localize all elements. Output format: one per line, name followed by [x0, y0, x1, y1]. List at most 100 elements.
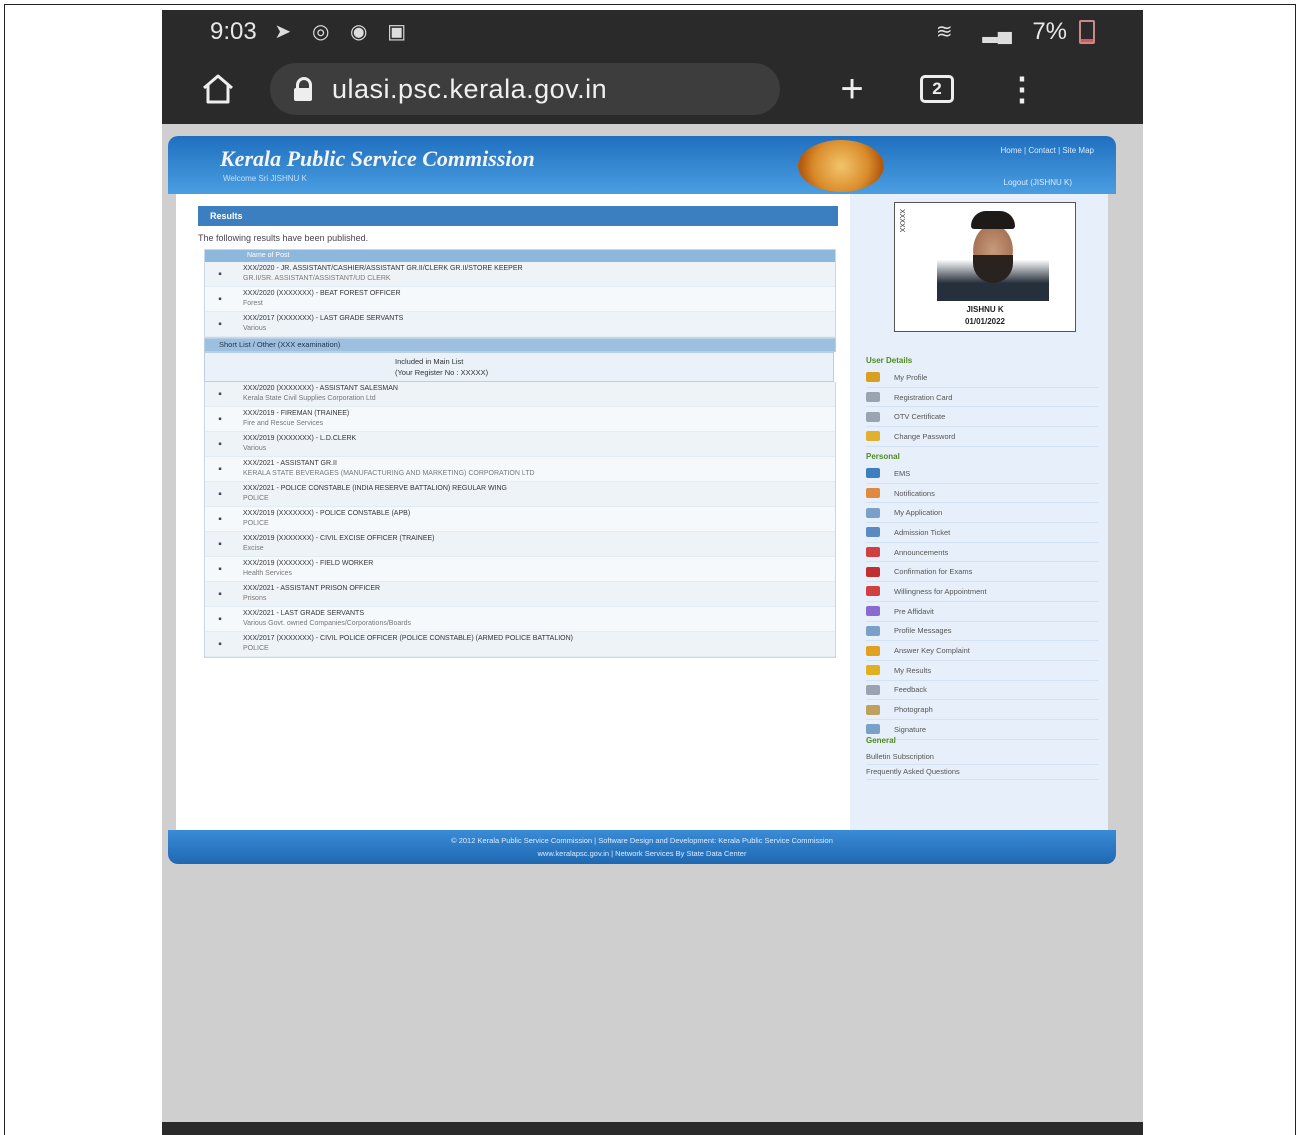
row-text: XXX/2017 (XXXXXXX) - LAST GRADE SERVANTS…	[235, 314, 835, 334]
post-title: XXX/2020 (XXXXXXX) - ASSISTANT SALESMAN	[243, 385, 398, 392]
address-bar[interactable]: ulasi.psc.kerala.gov.in	[270, 63, 780, 115]
url-text: ulasi.psc.kerala.gov.in	[332, 73, 608, 104]
site-title: Kerala Public Service Commission	[220, 146, 535, 171]
sidebar-item-label: Registration Card	[894, 392, 953, 402]
certificate-icon	[866, 411, 880, 422]
content-area: Results The following results have been …	[176, 194, 1108, 830]
profile-photo: XXXXX JISHNU K 01/01/2022	[894, 202, 1076, 332]
sidebar-item[interactable]: Feedback	[866, 681, 1098, 701]
shirt-shape	[937, 283, 1049, 301]
post-title: XXX/2017 (XXXXXXX) - LAST GRADE SERVANTS	[243, 315, 404, 322]
user-details-list: My Profile Registration Card OTV Certifica…	[866, 368, 1098, 447]
row-bullet-icon: ▪	[218, 439, 222, 450]
sidebar-item-label: OTV Certificate	[894, 412, 946, 422]
post-title: XXX/2019 (XXXXXXX) - CIVIL EXCISE OFFICE…	[243, 535, 435, 542]
sidebar-item[interactable]: My Results	[866, 661, 1098, 681]
pen-icon	[866, 586, 880, 597]
sidebar-item[interactable]: Confirmation for Exams	[866, 562, 1098, 583]
sidebar-item[interactable]: Photograph	[866, 700, 1098, 720]
sidebar-item[interactable]: My Profile	[866, 368, 1098, 388]
sidebar-item[interactable]: Registration Card	[866, 388, 1098, 408]
sidebar-item[interactable]: My Application	[866, 503, 1098, 524]
row-text: XXX/2019 (XXXXXXX) - POLICE CONSTABLE (A…	[235, 509, 835, 529]
sidebar-item-label: Announcements	[894, 547, 949, 557]
table-row[interactable]: ▪ XXX/2019 (XXXXXXX) - L.D.CLERK Various	[205, 432, 835, 457]
profile-name: JISHNU K	[966, 305, 1004, 314]
site-footer: © 2012 Kerala Public Service Commission …	[168, 830, 1116, 864]
table-row[interactable]: ▪ XXX/2019 - FIREMAN (TRAINEE) Fire and Re…	[205, 407, 835, 432]
results-heading: Results	[198, 206, 838, 226]
table-row[interactable]: ▪ XXX/2021 - LAST GRADE SERVANTS Various G…	[205, 607, 835, 632]
table-row[interactable]: ▪ XXX/2019 (XXXXXXX) - POLICE CONSTABLE (…	[205, 507, 835, 532]
card-icon	[866, 392, 880, 403]
new-tab-icon[interactable]: +	[830, 67, 874, 112]
logout-link[interactable]: Logout (JISHNU K)	[1004, 178, 1072, 187]
row-bullet-icon: ▪	[218, 564, 222, 575]
table-row[interactable]: ▪ XXX/2020 (XXXXXXX) - ASSISTANT SALESMAN…	[205, 382, 835, 407]
overflow-menu-icon[interactable]: ⋮	[1006, 70, 1038, 108]
sidebar-item-label: Feedback	[894, 685, 927, 695]
row-bullet-icon: ▪	[218, 319, 222, 330]
bell-icon	[866, 488, 880, 499]
sidebar-item[interactable]: Bulletin Subscription	[866, 750, 1098, 765]
table-row[interactable]: ▪ XXX/2019 (XXXXXXX) - CIVIL EXCISE OFFIC…	[205, 532, 835, 557]
sidebar-item[interactable]: Announcements	[866, 543, 1098, 563]
web-page: Kerala Public Service Commission Welcome…	[168, 136, 1116, 866]
post-title: XXX/2017 (XXXXXXX) - CIVIL POLICE OFFICE…	[243, 635, 573, 642]
post-title: XXX/2021 - ASSISTANT PRISON OFFICER	[243, 585, 381, 592]
browser-toolbar: ulasi.psc.kerala.gov.in + 2 ⋮	[162, 54, 1143, 124]
post-department: POLICE	[243, 495, 269, 502]
sidebar-item[interactable]: Change Password	[866, 427, 1098, 447]
results-panel: Results The following results have been …	[198, 206, 838, 658]
row-bullet-icon: ▪	[218, 589, 222, 600]
table-row[interactable]: ▪ XXX/2019 (XXXXXXX) - FIELD WORKER Health…	[205, 557, 835, 582]
results-intro: The following results have been publishe…	[198, 233, 369, 243]
post-department: Forest	[243, 300, 263, 307]
results-table-top: Name of Post ▪ XXX/2020 - JR. ASSISTANT/C…	[204, 249, 836, 338]
sidebar-item[interactable]: Profile Messages	[866, 622, 1098, 642]
android-nav-bar	[162, 1122, 1143, 1135]
sidebar-item[interactable]: Notifications	[866, 484, 1098, 504]
sidebar-item[interactable]: Admission Ticket	[866, 523, 1098, 543]
row-text: XXX/2021 - ASSISTANT GR.II KERALA STATE B…	[235, 459, 835, 479]
sidebar-item[interactable]: EMS	[866, 464, 1098, 484]
sidebar-item-label: Frequently Asked Questions	[866, 767, 960, 776]
table-row[interactable]: ▪ XXX/2017 (XXXXXXX) - LAST GRADE SERVANT…	[205, 312, 835, 337]
top-links[interactable]: Home | Contact | Site Map	[1000, 146, 1094, 155]
hair-shape	[971, 211, 1015, 229]
post-title: XXX/2021 - ASSISTANT GR.II	[243, 460, 337, 467]
personal-list: EMS Notifications My Application Admission …	[866, 464, 1098, 740]
row-bullet-icon: ▪	[218, 489, 222, 500]
welcome-text: Welcome Sri JISHNU K	[223, 174, 307, 183]
row-text: XXX/2019 (XXXXXXX) - L.D.CLERK Various	[235, 434, 835, 454]
table-row[interactable]: ▪ XXX/2020 - JR. ASSISTANT/CASHIER/ASSIST…	[205, 262, 835, 287]
post-department: Prisons	[243, 595, 267, 602]
sidebar-item[interactable]: Frequently Asked Questions	[866, 765, 1098, 780]
post-department: Kerala State Civil Supplies Corporation …	[243, 395, 376, 402]
sidebar-item[interactable]: Pre Affidavit	[866, 602, 1098, 622]
post-department: GR.II/SR. ASSISTANT/ASSISTANT/UD CLERK	[243, 275, 391, 282]
post-department: Various	[243, 445, 267, 452]
table-row[interactable]: ▪ XXX/2020 (XXXXXXX) - BEAT FOREST OFFICE…	[205, 287, 835, 312]
sidebar-item[interactable]: OTV Certificate	[866, 407, 1098, 428]
lock-icon	[294, 77, 312, 101]
main-list-box: Included in Main List (Your Register No …	[204, 352, 834, 382]
table-row[interactable]: ▪ XXX/2017 (XXXXXXX) - CIVIL POLICE OFFIC…	[205, 632, 835, 657]
table-row[interactable]: ▪ XXX/2021 - ASSISTANT PRISON OFFICER Pris…	[205, 582, 835, 607]
results-table-bottom: ▪ XXX/2020 (XXXXXXX) - ASSISTANT SALESMAN…	[204, 382, 836, 658]
sidebar-item[interactable]: Signature	[866, 720, 1098, 740]
general-title: General	[866, 736, 896, 745]
tab-switcher-button[interactable]: 2	[920, 75, 954, 103]
sidebar-item[interactable]: Answer Key Complaint	[866, 641, 1098, 661]
phone-screen: 9:03 ➤ ◎ ◉ ▣ ≋ ▂▄ 7% ulasi.psc.kerala.go…	[162, 10, 1143, 1135]
post-department: Fire and Rescue Services	[243, 420, 324, 427]
home-icon[interactable]	[196, 67, 240, 111]
gallery-icon: ▣	[387, 21, 407, 43]
row-text: XXX/2020 - JR. ASSISTANT/CASHIER/ASSISTA…	[235, 264, 835, 284]
profile-icon	[866, 372, 880, 383]
sidebar-item[interactable]: Willingness for Appointment	[866, 582, 1098, 602]
signal-icon: ▂▄	[982, 21, 1012, 43]
post-department: Health Services	[243, 570, 293, 577]
table-row[interactable]: ▪ XXX/2021 - ASSISTANT GR.II KERALA STATE …	[205, 457, 835, 482]
table-row[interactable]: ▪ XXX/2021 - POLICE CONSTABLE (INDIA RESE…	[205, 482, 835, 507]
